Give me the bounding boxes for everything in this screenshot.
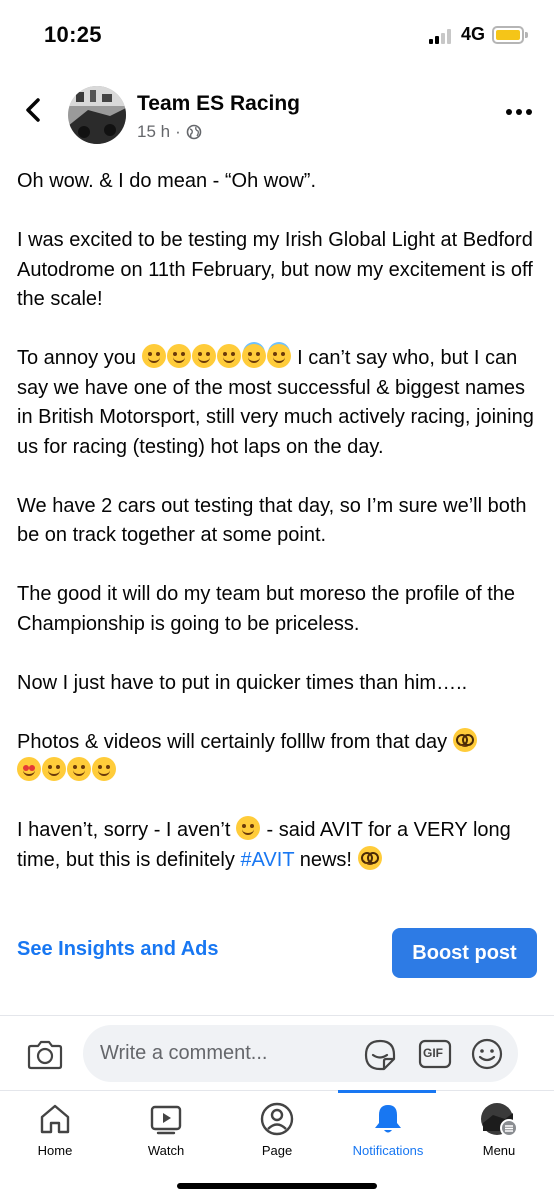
hashtag-link[interactable]: #AVIT (240, 849, 294, 871)
globe-icon (186, 124, 202, 140)
comment-input[interactable]: Write a comment... GIF (83, 1025, 518, 1082)
paragraph-text: I haven’t, sorry - I aven’t (17, 819, 236, 841)
laughing-emoji (141, 344, 166, 368)
battery-icon (492, 26, 528, 44)
page-avatar[interactable] (68, 86, 126, 144)
laughing-emoji (191, 344, 216, 368)
post-header: Team ES Racing 15 h · (0, 80, 554, 150)
smiling-emoji (67, 757, 91, 781)
smiling-hearts-emoji (42, 757, 66, 781)
post-paragraph: The good it will do my team but moreso t… (17, 583, 516, 635)
gif-button[interactable]: GIF (418, 1039, 452, 1069)
nerd-emoji (357, 845, 382, 870)
back-button[interactable] (20, 96, 48, 124)
paragraph-text: news! (294, 848, 358, 871)
post-paragraph: Oh wow. & I do mean - “Oh wow”. (17, 170, 316, 192)
status-bar: 10:25 4G (0, 0, 554, 70)
tab-watch[interactable]: Watch (111, 1101, 221, 1161)
nerd-emoji (452, 727, 477, 752)
watch-icon (150, 1105, 182, 1135)
post-paragraph: Now I just have to put in quicker times … (17, 671, 468, 694)
laughing-emoji (216, 344, 241, 368)
tab-label: Page (261, 1143, 293, 1158)
post-paragraph: I haven’t, sorry - I aven’t - said AVIT … (17, 816, 539, 875)
active-tab-indicator (338, 1090, 436, 1093)
halo-emoji (266, 344, 291, 368)
more-options-icon[interactable] (504, 104, 534, 120)
tab-label: Watch (147, 1143, 185, 1158)
laughing-emoji (166, 344, 191, 368)
signal-icon (429, 28, 455, 44)
boost-post-button[interactable]: Boost post (392, 928, 537, 978)
relieved-emoji (92, 757, 116, 781)
heart-eyes-emoji (17, 757, 41, 781)
post-paragraph: I was excited to be testing my Irish Glo… (17, 229, 533, 310)
tab-home[interactable]: Home (0, 1101, 110, 1161)
post-body: Oh wow. & I do mean - “Oh wow”. I was ex… (17, 167, 539, 905)
tab-label: Home (37, 1143, 73, 1158)
post-paragraph: Photos & videos will certainly folllw fr… (17, 727, 539, 787)
laughing-emoji (235, 816, 260, 840)
page-name[interactable]: Team ES Racing (137, 92, 300, 116)
tab-notifications[interactable]: Notifications (333, 1101, 443, 1161)
page-icon (260, 1102, 294, 1136)
network-type: 4G (461, 24, 486, 44)
meta-separator: · (175, 122, 181, 141)
camera-icon[interactable] (27, 1038, 63, 1070)
menu-avatar-icon (481, 1103, 518, 1137)
home-indicator (177, 1183, 377, 1189)
tab-label: Notifications (352, 1143, 424, 1158)
post-paragraph: To annoy you I can’t say who, but I can … (17, 344, 539, 462)
emoji-icon[interactable] (470, 1037, 504, 1071)
see-insights-link[interactable]: See Insights and Ads (17, 938, 219, 961)
tab-page[interactable]: Page (222, 1101, 332, 1161)
tab-label: Menu (482, 1143, 516, 1158)
post-paragraph: We have 2 cars out testing that day, so … (17, 494, 527, 547)
comment-bar: Write a comment... GIF (0, 1015, 554, 1090)
paragraph-text: To annoy you (17, 347, 142, 369)
gif-label: GIF (423, 1046, 443, 1060)
comment-placeholder: Write a comment... (100, 1042, 268, 1064)
post-meta: 15 h · (137, 122, 202, 142)
sticker-icon[interactable] (363, 1038, 397, 1072)
post-time[interactable]: 15 h (137, 122, 170, 142)
paragraph-text: Photos & videos will certainly folllw fr… (17, 730, 453, 753)
bell-icon (375, 1105, 401, 1133)
laughing-emoji-group (141, 344, 292, 369)
status-time: 10:25 (44, 22, 102, 47)
tab-menu[interactable]: Menu (444, 1101, 554, 1161)
halo-emoji (241, 344, 266, 368)
home-icon (40, 1104, 70, 1134)
